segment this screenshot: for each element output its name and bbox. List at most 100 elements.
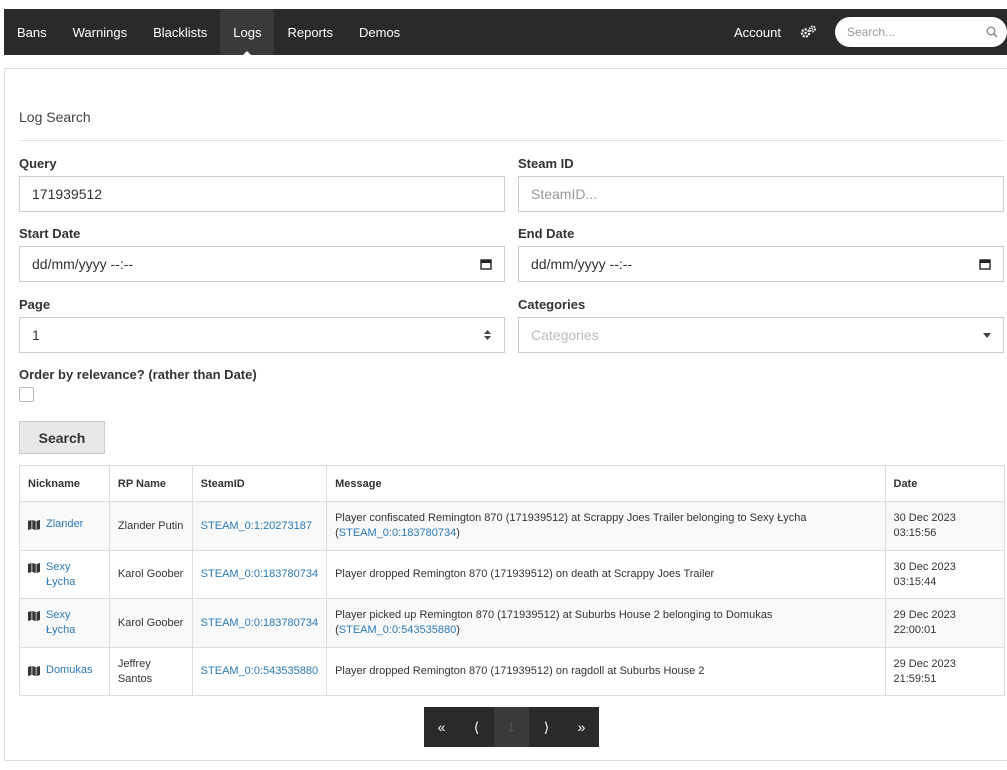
time-text: 21:59:51: [893, 672, 937, 685]
date-cell: 30 Dec 2023 03:15:56: [884, 501, 1005, 551]
column-header-rp-name: RP Name: [108, 465, 193, 502]
rp-name-cell: Karol Goober: [108, 598, 193, 648]
nav-item-label: Logs: [233, 24, 262, 40]
date-cell: 29 Dec 2023 21:59:51: [884, 647, 1005, 696]
rp-name-cell: Zlander Putin: [108, 501, 193, 551]
steamid-link[interactable]: STEAM_0:0:183780734: [201, 568, 318, 580]
nav-item-demos[interactable]: Demos: [346, 9, 413, 55]
nickname-cell: Sexy Łycha: [19, 550, 110, 599]
message-tail: ): [456, 624, 460, 636]
query-input[interactable]: [32, 186, 492, 202]
nickname-link[interactable]: Sexy Łycha: [46, 608, 101, 638]
categories-select[interactable]: Categories: [518, 317, 1004, 353]
nav-item-warnings[interactable]: Warnings: [60, 9, 140, 55]
steamid-link[interactable]: STEAM_0:0:183780734: [201, 617, 318, 629]
order-relevance-checkbox[interactable]: [19, 387, 34, 402]
nav-item-label: Bans: [17, 24, 47, 40]
date-cell: 30 Dec 2023 03:15:44: [884, 550, 1005, 599]
map-icon[interactable]: [28, 611, 40, 626]
calendar-icon[interactable]: [480, 258, 492, 270]
spinner-icon[interactable]: [483, 329, 492, 341]
column-header-nickname: Nickname: [19, 465, 110, 502]
end-date-input[interactable]: dd/mm/yyyy --:--: [518, 246, 1004, 282]
rp-name-cell: Karol Goober: [108, 550, 193, 599]
column-header-steamid: SteamID: [191, 465, 328, 502]
time-text: 22:00:01: [893, 624, 937, 636]
account-link[interactable]: Account: [720, 25, 795, 40]
table-row: Sexy Łycha Karol Goober STEAM_0:0:183780…: [19, 598, 1005, 648]
pagination-next-button[interactable]: ⟩: [529, 707, 564, 747]
steamid-label: Steam ID: [518, 156, 574, 171]
message-tail: ): [456, 527, 460, 539]
steamid-cell: STEAM_0:1:20273187: [191, 501, 328, 551]
date-text: 29 Dec 2023: [893, 609, 956, 621]
nav-item-label: Demos: [359, 24, 401, 40]
page-number-value: 1: [32, 327, 40, 343]
query-field-box: [19, 176, 505, 212]
message-cell: Player picked up Remington 870 (17193951…: [326, 598, 886, 648]
categories-label: Categories: [518, 297, 586, 312]
message-steamid-link[interactable]: STEAM_0:0:183780734: [339, 527, 456, 539]
nickname-cell: Domukas: [19, 647, 110, 696]
steamid-input[interactable]: [531, 186, 991, 202]
divider: [19, 140, 1005, 141]
nav-item-reports[interactable]: Reports: [274, 9, 346, 55]
calendar-icon[interactable]: [979, 258, 991, 270]
time-text: 03:15:56: [893, 527, 937, 539]
pagination-prev-button[interactable]: ⟨: [459, 707, 494, 747]
nickname-cell: Sexy Łycha: [19, 598, 110, 648]
nickname-link[interactable]: Domukas: [46, 663, 92, 678]
map-icon[interactable]: [28, 520, 40, 535]
start-date-label: Start Date: [19, 226, 81, 241]
page-number-input[interactable]: 1: [19, 317, 505, 353]
steamid-cell: STEAM_0:0:183780734: [191, 550, 328, 599]
caret-down-icon[interactable]: [983, 332, 991, 338]
top-navbar: Bans Warnings Blacklists Logs Reports De…: [4, 9, 1007, 56]
search-icon[interactable]: [985, 25, 999, 39]
steamid-cell: STEAM_0:0:543535880: [191, 647, 328, 696]
nav-item-logs[interactable]: Logs: [220, 9, 275, 56]
pagination-first-button[interactable]: «: [424, 707, 459, 747]
log-results-table: Nickname RP Name SteamID Message Date Zl…: [19, 465, 1005, 696]
message-text: Player dropped Remington 870 (171939512)…: [335, 568, 715, 580]
nav-search-input[interactable]: [847, 25, 985, 39]
nav-item-bans[interactable]: Bans: [4, 9, 60, 55]
nickname-link[interactable]: Zlander: [46, 517, 83, 532]
nav-item-blacklists[interactable]: Blacklists: [140, 9, 220, 55]
nav-search-box: [835, 17, 1007, 47]
date-text: 30 Dec 2023: [893, 512, 956, 524]
date-text: 29 Dec 2023: [893, 657, 956, 670]
gears-icon[interactable]: [795, 9, 821, 55]
page-label: Page: [19, 297, 51, 312]
message-cell: Player dropped Remington 870 (171939512)…: [326, 647, 886, 696]
start-date-value: dd/mm/yyyy --:--: [32, 256, 134, 272]
pagination-last-button[interactable]: »: [564, 707, 599, 747]
pagination: « ⟨ 1 ⟩ »: [424, 707, 599, 747]
map-icon[interactable]: [28, 562, 40, 578]
query-label: Query: [19, 156, 57, 171]
steamid-link[interactable]: STEAM_0:0:543535880: [201, 665, 318, 677]
pagination-current-page[interactable]: 1: [494, 707, 529, 747]
nav-item-label: Blacklists: [153, 24, 208, 40]
nav-item-label: Reports: [287, 24, 333, 40]
column-header-message: Message: [326, 465, 886, 502]
page-title: Log Search: [19, 109, 91, 125]
steamid-cell: STEAM_0:0:183780734: [191, 598, 328, 648]
table-header-row: Nickname RP Name SteamID Message Date: [19, 465, 1005, 502]
search-button[interactable]: Search: [19, 421, 105, 454]
table-row: Domukas Jeffrey Santos STEAM_0:0:5435358…: [19, 647, 1005, 696]
steamid-link[interactable]: STEAM_0:1:20273187: [201, 520, 312, 532]
date-cell: 29 Dec 2023 22:00:01: [884, 598, 1005, 648]
message-cell: Player confiscated Remington 870 (171939…: [326, 501, 886, 551]
end-date-value: dd/mm/yyyy --:--: [531, 256, 633, 272]
nav-right: Account: [720, 9, 1007, 55]
nickname-link[interactable]: Sexy Łycha: [46, 560, 101, 590]
date-text: 30 Dec 2023: [893, 560, 956, 573]
nickname-cell: Zlander: [19, 501, 110, 551]
map-icon[interactable]: [28, 665, 40, 681]
time-text: 03:15:44: [893, 575, 937, 588]
end-date-label: End Date: [518, 226, 575, 241]
start-date-input[interactable]: dd/mm/yyyy --:--: [19, 246, 505, 282]
rp-name-cell: Jeffrey Santos: [108, 647, 193, 696]
message-steamid-link[interactable]: STEAM_0:0:543535880: [339, 624, 456, 636]
